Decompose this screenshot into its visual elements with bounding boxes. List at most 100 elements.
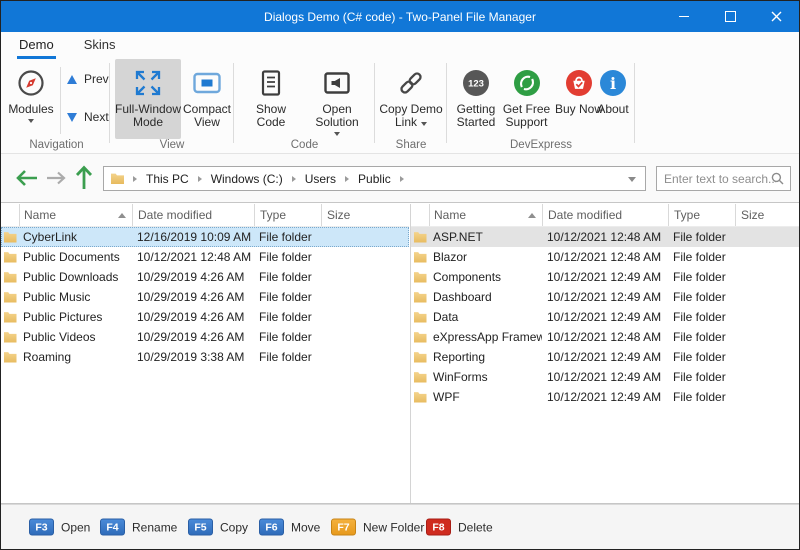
table-row[interactable]: CyberLink 12/16/2019 10:09 AM File folde…	[1, 227, 409, 247]
file-name: WinForms	[429, 367, 542, 387]
f7-key-badge: F7	[331, 519, 356, 536]
group-label-share: Share	[375, 139, 447, 151]
folder-icon	[411, 307, 429, 327]
open-f3-button[interactable]: F3 Open	[29, 519, 90, 536]
get-free-support-label: Get Free Support	[503, 102, 550, 129]
file-type: File folder	[668, 327, 735, 347]
folder-icon	[411, 247, 429, 267]
breadcrumb-item-windows-c[interactable]: Windows (C:)	[211, 172, 283, 186]
table-row[interactable]: Public Videos 10/29/2019 4:26 AM File fo…	[1, 327, 409, 347]
prev-button[interactable]: Prev	[63, 69, 109, 89]
copy-demo-link-button[interactable]: Copy Demo Link	[379, 59, 443, 139]
table-row[interactable]: Public Pictures 10/29/2019 4:26 AM File …	[1, 307, 409, 327]
open-solution-button[interactable]: Open Solution	[302, 59, 372, 139]
f5-key-badge: F5	[188, 519, 213, 536]
file-date: 10/12/2021 12:49 AM	[542, 267, 668, 287]
folder-icon	[411, 287, 429, 307]
table-row[interactable]: Dashboard 10/12/2021 12:49 AM File folde…	[411, 287, 799, 307]
folder-icon	[1, 227, 19, 247]
table-row[interactable]: eXpressApp Framework 10/12/2021 12:48 AM…	[411, 327, 799, 347]
app-window: Dialogs Demo (C# code) - Two-Panel File …	[0, 0, 800, 550]
file-name: Roaming	[19, 347, 132, 367]
back-button[interactable]	[13, 154, 41, 202]
table-row[interactable]: Blazor 10/12/2021 12:48 AM File folder	[411, 247, 799, 267]
open-solution-icon	[322, 66, 352, 100]
tab-skins[interactable]: Skins	[82, 34, 118, 59]
table-row[interactable]: WinForms 10/12/2021 12:49 AM File folder	[411, 367, 799, 387]
file-type: File folder	[668, 367, 735, 387]
breadcrumb[interactable]: This PC Windows (C:) Users Public	[103, 166, 646, 191]
file-panels: Name Date modified Type Size CyberLink 1…	[1, 204, 799, 504]
group-label-navigation: Navigation	[3, 139, 110, 151]
getting-started-button[interactable]: 123 Getting Started	[452, 59, 500, 139]
show-code-button[interactable]: Show Code	[240, 59, 302, 139]
group-label-code: Code	[234, 139, 375, 151]
file-type: File folder	[254, 347, 321, 367]
file-name: CyberLink	[19, 227, 132, 247]
modules-button[interactable]: Modules	[4, 59, 58, 139]
column-header-date-modified[interactable]: Date modified	[542, 204, 668, 226]
column-header-size[interactable]: Size	[735, 204, 799, 226]
table-row[interactable]: ASP.NET 10/12/2021 12:48 AM File folder	[411, 227, 799, 247]
breadcrumb-item-this-pc[interactable]: This PC	[146, 172, 189, 186]
left-column-headers: Name Date modified Type Size	[1, 204, 409, 227]
folder-icon	[1, 347, 19, 367]
folder-icon	[1, 287, 19, 307]
delete-f8-button[interactable]: F8 Delete	[426, 519, 493, 536]
copy-f5-button[interactable]: F5 Copy	[188, 519, 248, 536]
link-icon	[396, 66, 426, 100]
column-header-type[interactable]: Type	[668, 204, 735, 226]
forward-button[interactable]	[44, 154, 68, 202]
breadcrumb-item-public[interactable]: Public	[358, 172, 391, 186]
column-header-name[interactable]: Name	[429, 204, 542, 226]
file-date: 10/29/2019 4:26 AM	[132, 287, 254, 307]
svg-text:i: i	[610, 74, 616, 93]
folder-icon	[411, 267, 429, 287]
file-name: Public Pictures	[19, 307, 132, 327]
f6-key-badge: F6	[259, 519, 284, 536]
up-button[interactable]	[71, 154, 97, 202]
close-button[interactable]	[753, 1, 799, 32]
folder-icon	[411, 327, 429, 347]
move-f6-button[interactable]: F6 Move	[259, 519, 320, 536]
minimize-icon	[679, 16, 689, 17]
rename-f4-button[interactable]: F4 Rename	[100, 519, 177, 536]
file-name: Public Documents	[19, 247, 132, 267]
new-folder-f7-button[interactable]: F7 New Folder	[331, 519, 424, 536]
right-column-headers: Name Date modified Type Size	[411, 204, 799, 227]
get-free-support-button[interactable]: Get Free Support	[501, 59, 552, 139]
right-file-panel: Name Date modified Type Size ASP.NET 10/…	[411, 204, 799, 503]
tab-demo[interactable]: Demo	[17, 34, 56, 59]
next-button[interactable]: Next	[63, 107, 109, 127]
folder-icon	[111, 173, 124, 184]
compact-view-button[interactable]: Compact View	[182, 59, 232, 139]
column-header-size[interactable]: Size	[321, 204, 409, 226]
file-date: 10/29/2019 4:26 AM	[132, 267, 254, 287]
close-icon	[771, 11, 782, 22]
breadcrumb-item-users[interactable]: Users	[305, 172, 336, 186]
file-name: Public Downloads	[19, 267, 132, 287]
file-name: Reporting	[429, 347, 542, 367]
column-header-type[interactable]: Type	[254, 204, 321, 226]
table-row[interactable]: Reporting 10/12/2021 12:49 AM File folde…	[411, 347, 799, 367]
full-window-mode-button[interactable]: Full-Window Mode	[115, 59, 181, 139]
folder-icon	[1, 327, 19, 347]
folder-icon	[1, 307, 19, 327]
search-box	[656, 166, 791, 191]
maximize-button[interactable]	[707, 1, 753, 32]
table-row[interactable]: Data 10/12/2021 12:49 AM File folder	[411, 307, 799, 327]
up-arrow-icon	[75, 165, 93, 191]
table-row[interactable]: Roaming 10/29/2019 3:38 AM File folder	[1, 347, 409, 367]
breadcrumb-dropdown-icon[interactable]	[628, 177, 636, 182]
column-header-name[interactable]: Name	[19, 204, 132, 226]
table-row[interactable]: WPF 10/12/2021 12:49 AM File folder	[411, 387, 799, 407]
table-row[interactable]: Public Downloads 10/29/2019 4:26 AM File…	[1, 267, 409, 287]
search-input[interactable]	[657, 167, 776, 190]
table-row[interactable]: Components 10/12/2021 12:49 AM File fold…	[411, 267, 799, 287]
table-row[interactable]: Public Documents 10/12/2021 12:48 AM Fil…	[1, 247, 409, 267]
about-button[interactable]: i About	[593, 59, 633, 139]
table-row[interactable]: Public Music 10/29/2019 4:26 AM File fol…	[1, 287, 409, 307]
file-name: Components	[429, 267, 542, 287]
column-header-date-modified[interactable]: Date modified	[132, 204, 254, 226]
minimize-button[interactable]	[661, 1, 707, 32]
